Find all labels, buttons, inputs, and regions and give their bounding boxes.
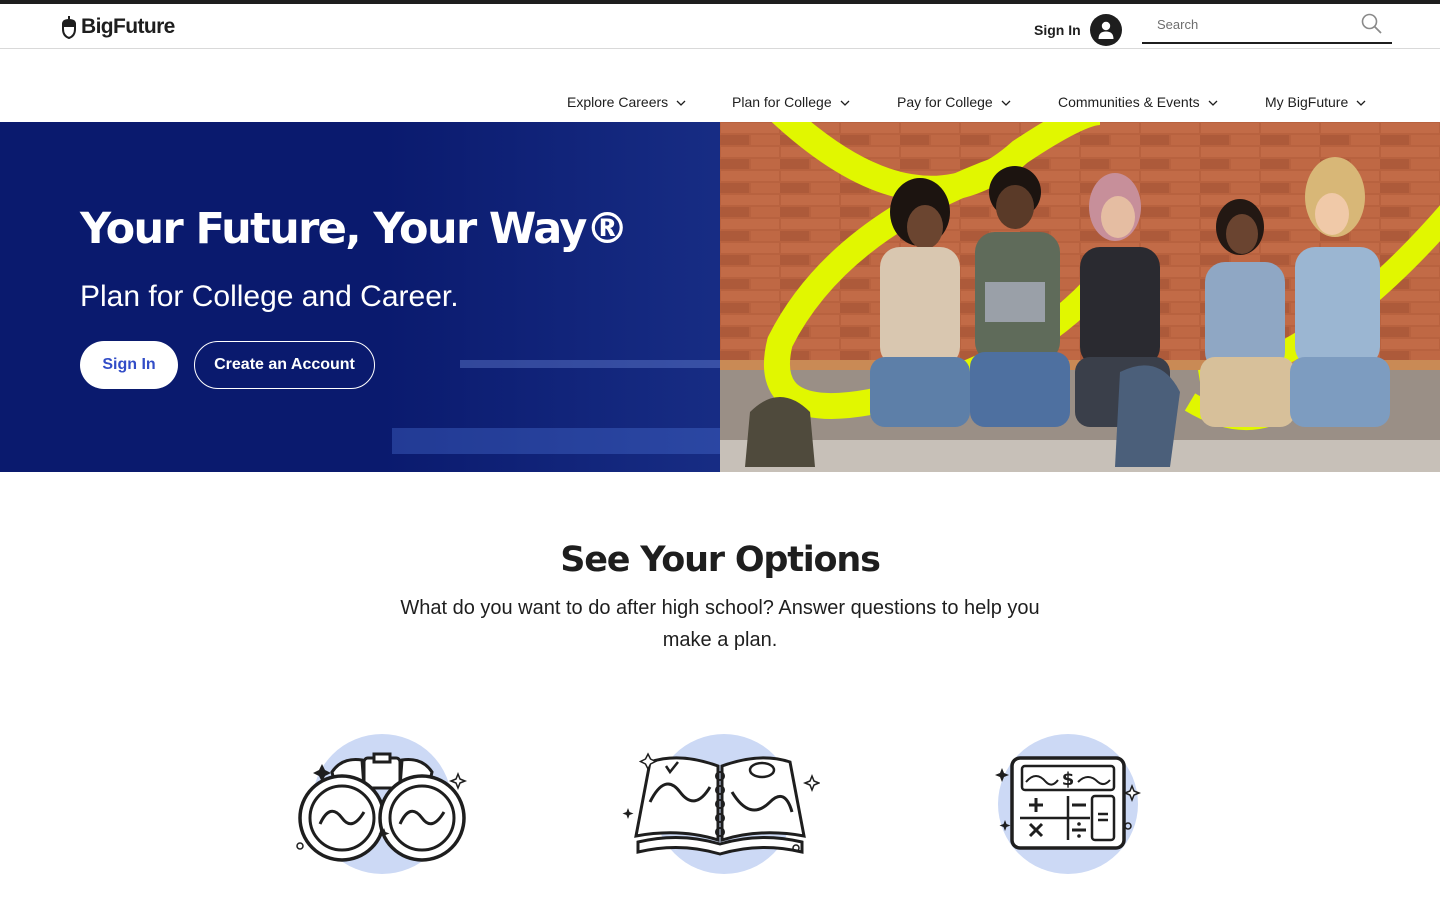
chevron-down-icon	[1001, 100, 1011, 106]
nav-label: Communities & Events	[1058, 94, 1200, 110]
header-signin-link[interactable]: Sign In	[1034, 14, 1122, 46]
nav-my-bigfuture[interactable]: My BigFuture	[1265, 88, 1366, 116]
hero-backdrop-shade	[460, 360, 720, 368]
options-heading: See Your Options	[560, 540, 881, 580]
nav-pay-for-college[interactable]: Pay for College	[897, 88, 1011, 116]
search-icon[interactable]	[1360, 12, 1384, 36]
chevron-down-icon	[1208, 100, 1218, 106]
calculator-icon: $	[995, 734, 1142, 874]
nav-label: My BigFuture	[1265, 94, 1349, 110]
map-book-icon	[622, 734, 820, 874]
nav-label: Pay for College	[897, 94, 993, 110]
chevron-down-icon	[676, 100, 686, 106]
hero-backdrop-shade	[392, 428, 720, 454]
options-description: What do you want to do after high school…	[400, 597, 1040, 651]
nav-plan-for-college[interactable]: Plan for College	[732, 88, 850, 116]
bigfuture-logo[interactable]: BigFuture	[60, 13, 175, 41]
utility-bar: BigFuture Sign In	[0, 4, 1440, 49]
main-navigation: Explore Careers Plan for College Pay for…	[0, 88, 1440, 116]
nav-explore-careers[interactable]: Explore Careers	[567, 88, 686, 116]
hero-photo-students	[720, 122, 1440, 472]
user-avatar-icon	[1089, 14, 1122, 46]
nav-label: Plan for College	[732, 94, 832, 110]
nav-label: Explore Careers	[567, 94, 669, 110]
chevron-down-icon	[1356, 100, 1366, 106]
nav-communities-events[interactable]: Communities & Events	[1058, 88, 1218, 116]
search-input[interactable]	[1142, 9, 1352, 40]
hero-text-panel: Your Future, Your Way® Plan for College …	[0, 122, 720, 472]
hero-signin-button[interactable]: Sign In	[80, 341, 178, 389]
header-signin-label: Sign In	[1034, 22, 1081, 38]
logo-text: BigFuture	[81, 15, 175, 38]
hero-title: Your Future, Your Way®	[80, 204, 629, 254]
create-account-button[interactable]: Create an Account	[194, 341, 375, 389]
hero-subtitle: Plan for College and Career.	[80, 280, 459, 313]
acorn-logo-icon	[62, 16, 76, 39]
binoculars-icon	[296, 734, 468, 874]
hero-banner: Your Future, Your Way® Plan for College …	[0, 122, 1440, 472]
chevron-down-icon	[840, 100, 850, 106]
svg-text:$: $	[1062, 769, 1075, 790]
search-box	[1142, 9, 1392, 44]
students-photo-illustration	[720, 122, 1440, 472]
